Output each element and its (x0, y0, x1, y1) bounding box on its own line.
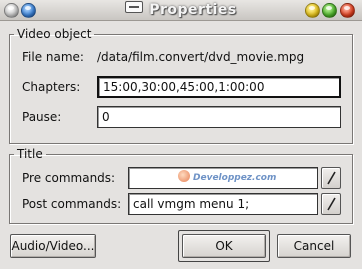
chapters-label: Chapters: (22, 80, 81, 94)
pencil-icon (327, 171, 336, 185)
pause-label: Pause: (22, 110, 62, 124)
title-legend: Title (17, 147, 43, 161)
cancel-button[interactable]: Cancel (277, 234, 351, 258)
pencil-icon (327, 197, 336, 211)
file-name-value: /data/film.convert/dvd_movie.mpg (97, 50, 305, 64)
post-commands-label: Post commands: (22, 197, 122, 211)
ok-button[interactable]: OK (182, 234, 266, 258)
file-name-label: File name: (22, 50, 84, 64)
pause-input[interactable]: 0 (97, 106, 341, 128)
pre-commands-edit-button[interactable] (321, 167, 341, 189)
audio-video-button[interactable]: Audio/Video... (10, 234, 96, 258)
pre-commands-label: Pre commands: (22, 171, 116, 185)
window-title: Properties (149, 2, 237, 18)
dvd-icon (125, 1, 144, 13)
pre-commands-input[interactable] (128, 167, 318, 189)
window-titlebar[interactable]: Properties (0, 0, 362, 21)
video-object-legend: Video object (17, 27, 92, 41)
chapters-input[interactable]: 15:00,30:00,45:00,1:00:00 (97, 76, 341, 98)
close-button[interactable] (340, 3, 355, 18)
maximize-button[interactable] (322, 3, 337, 18)
post-commands-edit-button[interactable] (321, 193, 341, 215)
minimize-button[interactable] (305, 3, 320, 18)
post-commands-input[interactable]: call vmgm menu 1; (128, 193, 318, 215)
